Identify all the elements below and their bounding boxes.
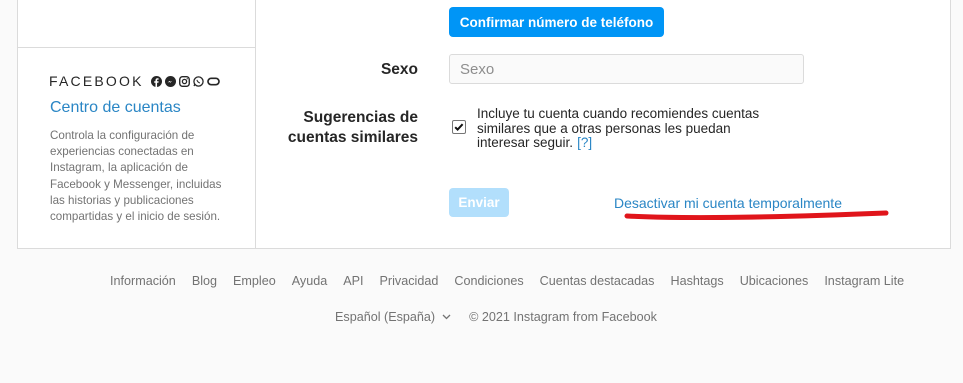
footer-link-empleo[interactable]: Empleo	[233, 274, 276, 288]
brand-icons	[150, 75, 220, 87]
footer-link-hashtags[interactable]: Hashtags	[670, 274, 723, 288]
sexo-label: Sexo	[380, 61, 418, 78]
suggestions-description: Incluye tu cuenta cuando recomiendes cue…	[477, 106, 767, 151]
sexo-input[interactable]	[449, 54, 804, 84]
facebook-wordmark: FACEBOOK	[49, 73, 144, 89]
language-selector[interactable]: Español (España)	[335, 310, 435, 324]
confirm-phone-button[interactable]: Confirmar número de teléfono	[449, 7, 664, 37]
footer-link-privacidad[interactable]: Privacidad	[380, 274, 439, 288]
footer-link-cuentas-destacadas[interactable]: Cuentas destacadas	[540, 274, 655, 288]
footer-links: Información Blog Empleo Ayuda API Privac…	[110, 274, 920, 288]
instagram-icon	[178, 75, 190, 87]
whatsapp-icon	[192, 75, 204, 87]
chevron-down-icon[interactable]	[442, 314, 451, 320]
footer-link-informacion[interactable]: Información	[110, 274, 176, 288]
suggestions-text: Incluye tu cuenta cuando recomiendes cue…	[477, 106, 760, 150]
checkmark-icon	[454, 123, 464, 132]
suggestions-checkbox[interactable]	[452, 120, 466, 134]
accounts-center-link[interactable]: Centro de cuentas	[50, 99, 181, 117]
footer-link-condiciones[interactable]: Condiciones	[454, 274, 523, 288]
footer-bottom: Español (España) © 2021 Instagram from F…	[335, 310, 657, 324]
deactivate-account-link[interactable]: Desactivar mi cuenta temporalmente	[614, 195, 842, 211]
red-annotation-underline	[624, 210, 889, 220]
sidebar-divider	[18, 47, 255, 48]
settings-card: FACEBOOK Centro de cuentas Controla la c…	[17, 0, 951, 249]
messenger-icon	[164, 75, 176, 87]
footer-link-ubicaciones[interactable]: Ubicaciones	[740, 274, 809, 288]
submit-button[interactable]: Enviar	[449, 188, 509, 217]
footer-link-instagram-lite[interactable]: Instagram Lite	[824, 274, 904, 288]
footer-link-ayuda[interactable]: Ayuda	[292, 274, 327, 288]
footer-link-api[interactable]: API	[343, 274, 363, 288]
oculus-icon	[206, 76, 220, 86]
accounts-center-description: Controla la configuración de experiencia…	[50, 129, 222, 224]
facebook-brand-row: FACEBOOK	[49, 73, 220, 89]
accounts-center-sidebar: FACEBOOK Centro de cuentas Controla la c…	[18, 0, 256, 248]
facebook-icon	[150, 75, 162, 87]
footer-link-blog[interactable]: Blog	[192, 274, 217, 288]
copyright-text: © 2021 Instagram from Facebook	[469, 310, 657, 324]
suggestions-label: Sugerencias de cuentas similares	[287, 109, 418, 146]
help-link[interactable]: [?]	[577, 135, 592, 150]
